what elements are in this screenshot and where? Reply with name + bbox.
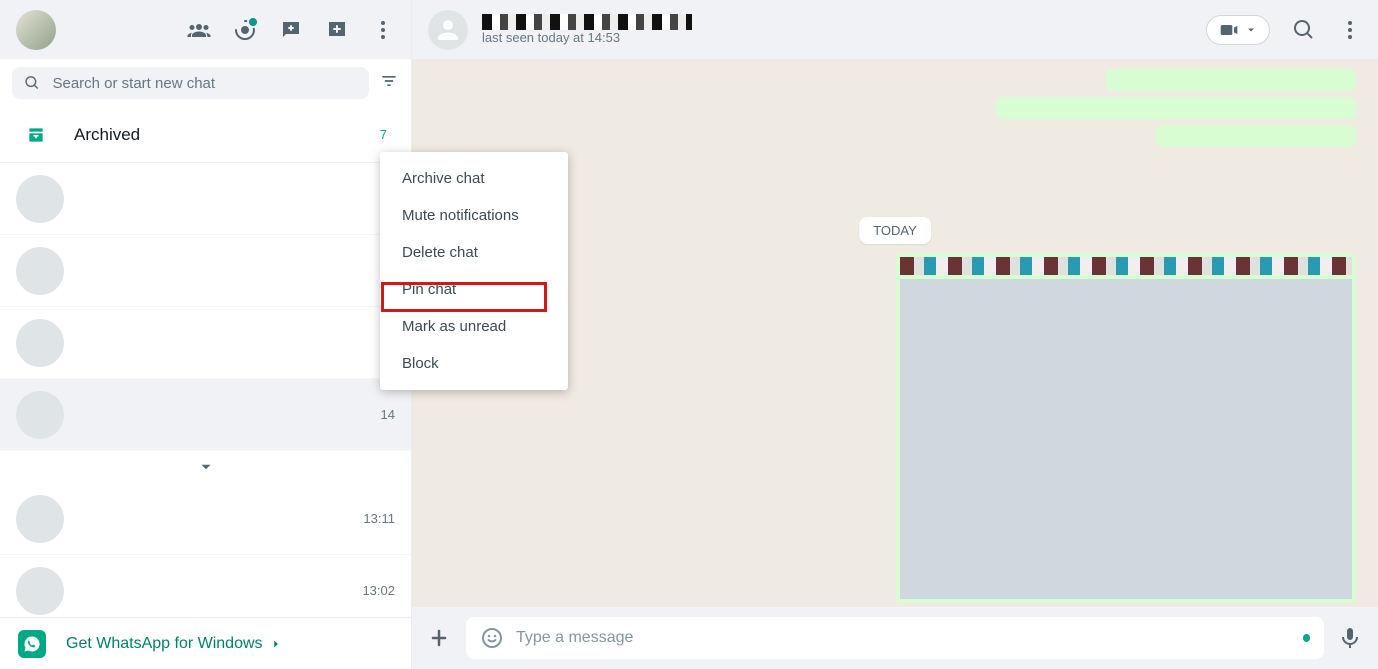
search-input[interactable]	[52, 75, 357, 92]
contact-name	[482, 14, 692, 30]
chat-menu-icon[interactable]	[1338, 18, 1362, 42]
chevron-down-icon	[1245, 24, 1257, 36]
chat-item[interactable]: 14	[0, 307, 411, 379]
contact-status: last seen today at 14:53	[482, 30, 692, 45]
chat-item[interactable]: 14	[0, 235, 411, 307]
recording-indicator	[1303, 634, 1310, 642]
get-windows-label: Get WhatsApp for Windows	[66, 635, 263, 653]
chat-context-menu: Archive chat Mute notifications Delete c…	[380, 152, 568, 390]
archived-count: 7	[380, 127, 387, 142]
archived-label: Archived	[74, 125, 352, 145]
message-bubble[interactable]	[996, 97, 1356, 119]
menu-icon[interactable]	[371, 18, 395, 42]
search-icon	[24, 74, 40, 92]
communities-icon[interactable]	[187, 18, 211, 42]
filter-icon[interactable]	[379, 71, 399, 96]
chat-header[interactable]: last seen today at 14:53	[412, 0, 1378, 59]
new-chat-icon[interactable]	[279, 18, 303, 42]
ctx-block[interactable]: Block	[380, 345, 568, 382]
ctx-pin-chat[interactable]: Pin chat	[380, 271, 568, 308]
message-bubble[interactable]	[1156, 125, 1356, 147]
chevron-right-icon	[269, 637, 283, 651]
chat-list: 15 14 14 14 13:11 13:02 13:52	[0, 163, 411, 617]
left-panel: Archived 7 15 14 14 14 13:11 13:02 13:52…	[0, 0, 412, 669]
my-avatar[interactable]	[16, 10, 56, 50]
message-image-block[interactable]	[896, 253, 1356, 603]
chat-item[interactable]: 14	[0, 379, 411, 451]
search-row	[0, 59, 411, 107]
compose-input[interactable]	[516, 629, 1291, 647]
mic-icon[interactable]	[1338, 626, 1362, 650]
ctx-archive-chat[interactable]: Archive chat	[380, 160, 568, 197]
ctx-mark-unread[interactable]: Mark as unread	[380, 308, 568, 345]
search-box[interactable]	[12, 67, 369, 99]
contact-avatar[interactable]	[428, 10, 468, 50]
ctx-mute-notifications[interactable]: Mute notifications	[380, 197, 568, 234]
expand-chevron[interactable]	[0, 451, 411, 483]
get-windows-banner[interactable]: Get WhatsApp for Windows	[0, 617, 411, 669]
ctx-delete-chat[interactable]: Delete chat	[380, 234, 568, 271]
date-pill-today: TODAY	[859, 217, 931, 244]
chat-item[interactable]: 13:02	[0, 555, 411, 617]
whatsapp-icon	[18, 630, 46, 658]
status-icon[interactable]	[233, 18, 257, 42]
message-bubble[interactable]	[1106, 69, 1356, 91]
video-call-button[interactable]	[1206, 15, 1270, 45]
archived-icon	[26, 125, 46, 145]
attach-icon[interactable]	[428, 626, 452, 650]
chat-item[interactable]: 13:11	[0, 483, 411, 555]
compose-input-wrap[interactable]	[466, 617, 1324, 659]
video-icon	[1219, 20, 1239, 40]
new-group-icon[interactable]	[325, 18, 349, 42]
search-in-chat-icon[interactable]	[1292, 18, 1316, 42]
archived-row[interactable]: Archived 7	[0, 107, 411, 163]
chat-item[interactable]: 15	[0, 163, 411, 235]
composer	[412, 607, 1378, 669]
emoji-icon[interactable]	[480, 626, 504, 650]
left-header	[0, 0, 411, 59]
